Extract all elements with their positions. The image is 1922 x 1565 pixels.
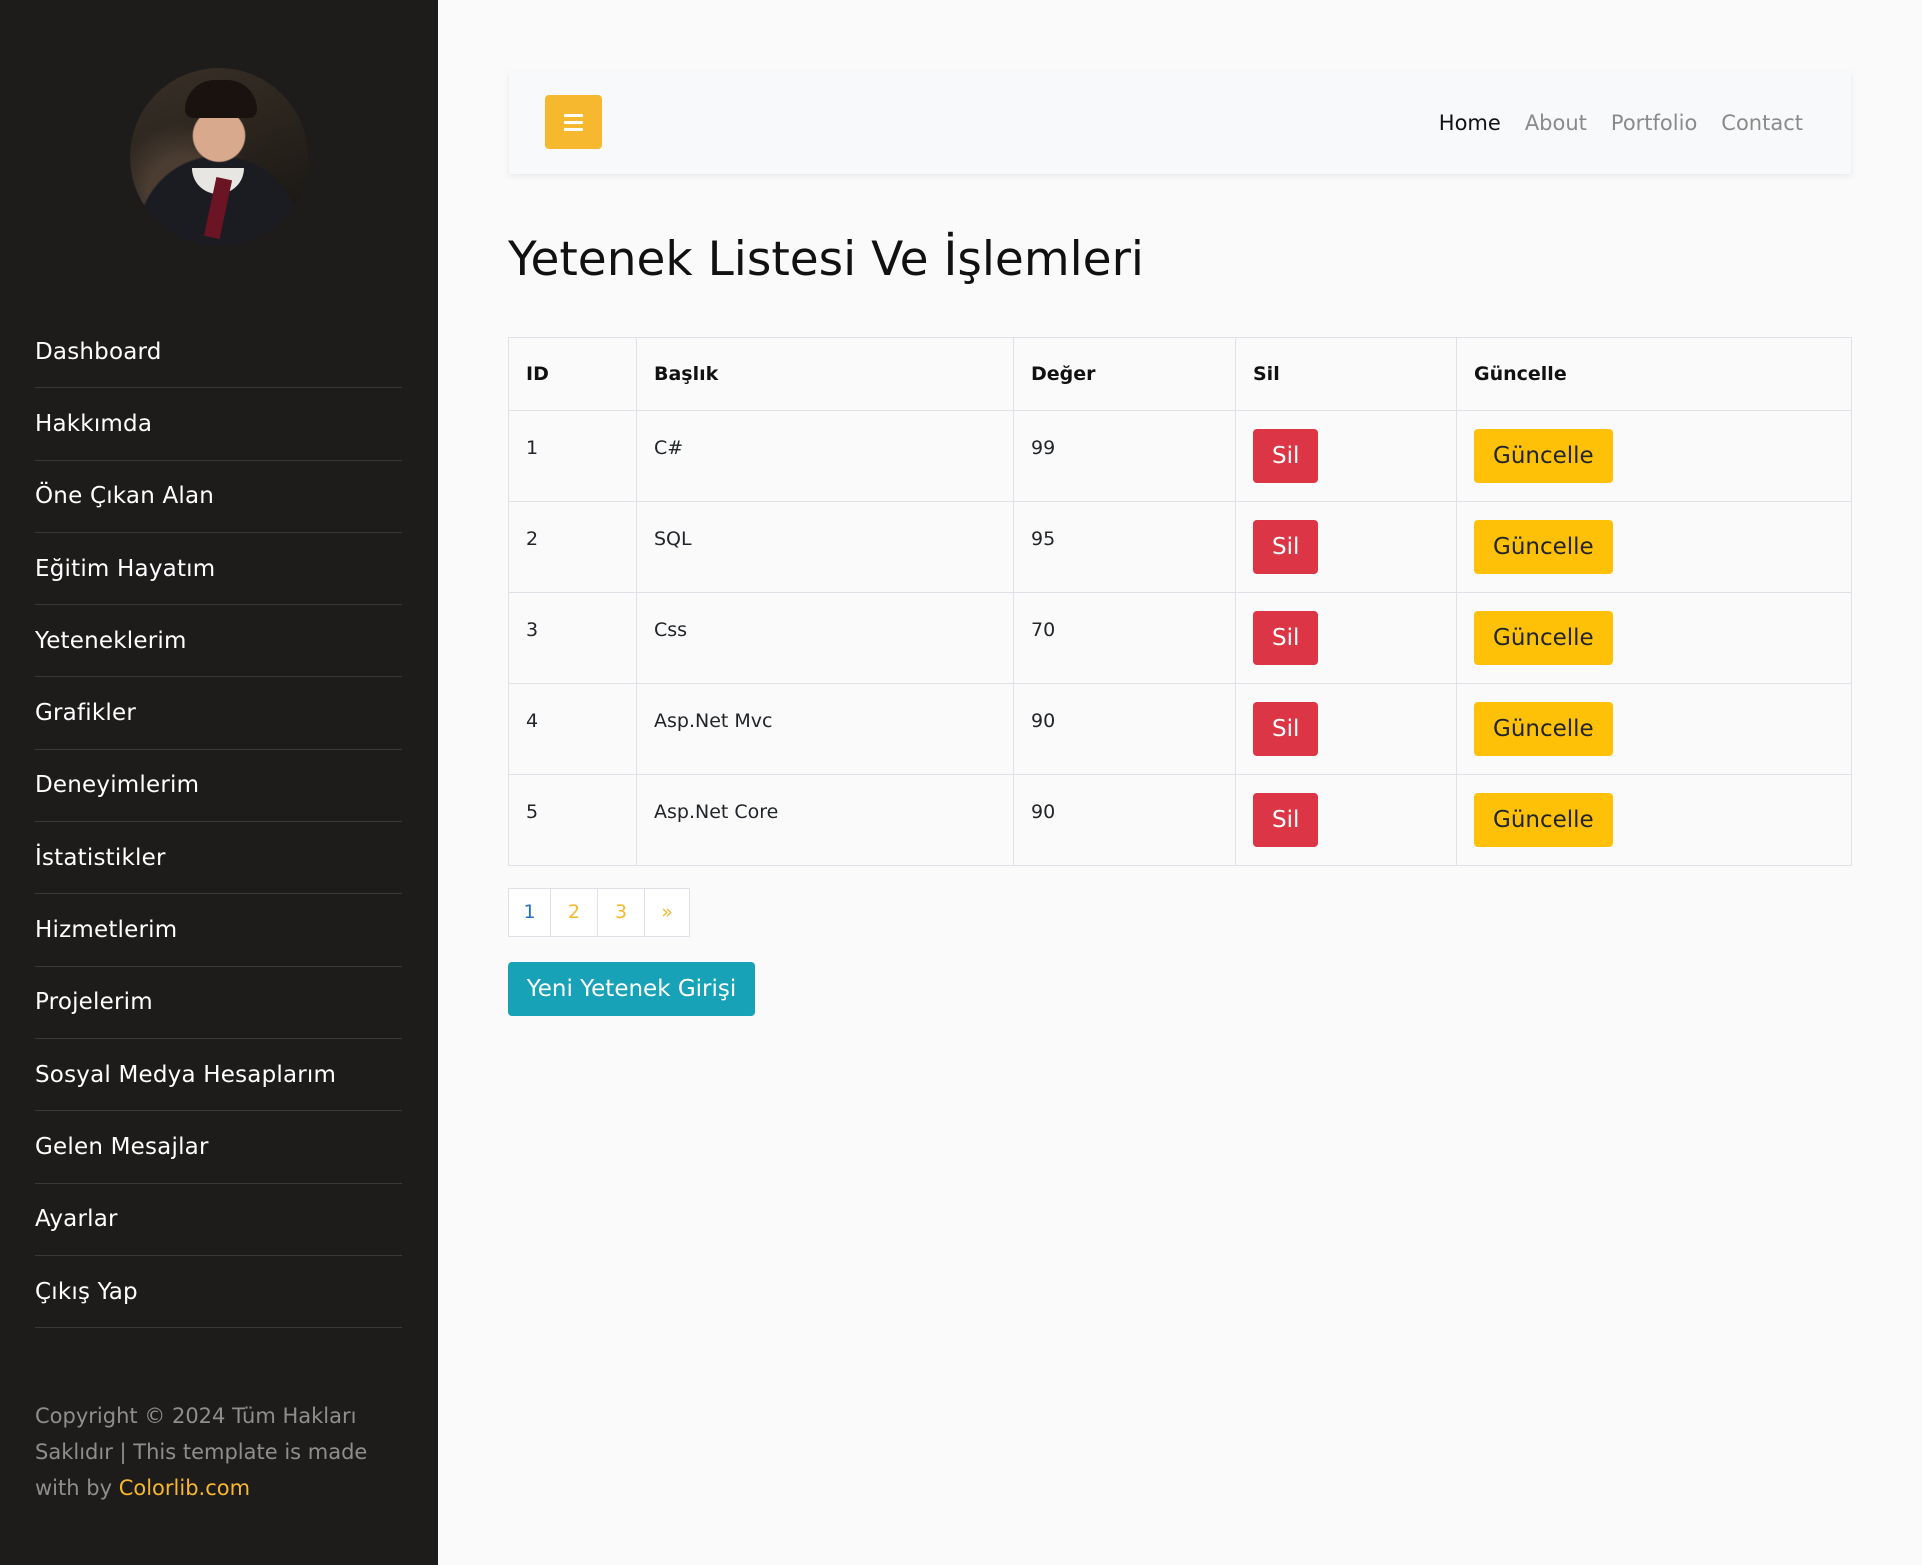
new-skill-button[interactable]: Yeni Yetenek Girişi xyxy=(508,962,755,1016)
page-link-1[interactable]: 1 xyxy=(508,888,551,937)
avatar xyxy=(130,68,308,246)
sidebar: Dashboard Hakkımda Öne Çıkan Alan Eğitim… xyxy=(0,0,438,1565)
sidebar-item-yeteneklerim[interactable]: Yeteneklerim xyxy=(35,605,402,678)
column-header-update: Güncelle xyxy=(1456,337,1852,411)
update-button[interactable]: Güncelle xyxy=(1474,702,1613,756)
cell-delete: Sil xyxy=(1235,683,1457,775)
delete-button[interactable]: Sil xyxy=(1253,702,1319,756)
cell-delete: Sil xyxy=(1235,774,1457,866)
top-navbar: Home About Portfolio Contact xyxy=(509,72,1851,174)
cell-delete: Sil xyxy=(1235,410,1457,502)
delete-button[interactable]: Sil xyxy=(1253,429,1319,483)
sidebar-item-label[interactable]: Sosyal Medya Hesaplarım xyxy=(35,1062,336,1088)
cell-id: 5 xyxy=(508,774,637,866)
update-button[interactable]: Güncelle xyxy=(1474,429,1613,483)
sidebar-item-one-cikan-alan[interactable]: Öne Çıkan Alan xyxy=(35,461,402,533)
cell-delete: Sil xyxy=(1235,592,1457,684)
sidebar-item-label[interactable]: Eğitim Hayatım xyxy=(35,556,215,582)
nav-links: Home About Portfolio Contact xyxy=(1439,72,1803,174)
avatar-hair xyxy=(185,80,257,118)
sidebar-item-label[interactable]: Grafikler xyxy=(35,700,136,726)
cell-value: 70 xyxy=(1013,592,1236,684)
sidebar-item-gelen-mesajlar[interactable]: Gelen Mesajlar xyxy=(35,1111,402,1184)
cell-update: Güncelle xyxy=(1456,410,1852,502)
sidebar-menu: Dashboard Hakkımda Öne Çıkan Alan Eğitim… xyxy=(35,316,402,1329)
copyright-by: by xyxy=(86,1476,113,1500)
cell-update: Güncelle xyxy=(1456,683,1852,775)
cell-value: 90 xyxy=(1013,774,1236,866)
sidebar-item-label[interactable]: Gelen Mesajlar xyxy=(35,1134,209,1160)
sidebar-item-label[interactable]: Deneyimlerim xyxy=(35,772,199,798)
column-header-value: Değer xyxy=(1013,337,1236,411)
sidebar-item-label[interactable]: Ayarlar xyxy=(35,1206,118,1232)
column-header-id: ID xyxy=(508,337,637,411)
cell-value: 99 xyxy=(1013,410,1236,502)
page-title: Yetenek Listesi Ve İşlemleri xyxy=(508,232,1144,287)
sidebar-item-hizmetlerim[interactable]: Hizmetlerim xyxy=(35,894,402,967)
hamburger-icon xyxy=(564,113,583,117)
sidebar-toggle-button[interactable] xyxy=(545,95,602,149)
table-header-row: ID Başlık Değer Sil Güncelle xyxy=(508,337,1852,411)
cell-update: Güncelle xyxy=(1456,774,1852,866)
sidebar-item-dashboard[interactable]: Dashboard xyxy=(35,316,402,389)
sidebar-item-label[interactable]: Çıkış Yap xyxy=(35,1279,138,1305)
cell-value: 90 xyxy=(1013,683,1236,775)
page-link-next[interactable]: » xyxy=(644,888,690,937)
sidebar-item-projelerim[interactable]: Projelerim xyxy=(35,967,402,1039)
column-header-title: Başlık xyxy=(636,337,1014,411)
sidebar-item-hakkimda[interactable]: Hakkımda xyxy=(35,388,402,461)
page-link-3[interactable]: 3 xyxy=(597,888,645,937)
sidebar-item-cikis-yap[interactable]: Çıkış Yap xyxy=(35,1256,402,1329)
skills-table: ID Başlık Değer Sil Güncelle 1 C# 99 Sil… xyxy=(508,337,1852,866)
cell-id: 3 xyxy=(508,592,637,684)
update-button[interactable]: Güncelle xyxy=(1474,611,1613,665)
table-row: 3 Css 70 Sil Güncelle xyxy=(508,592,1852,684)
nav-link-about[interactable]: About xyxy=(1525,111,1587,135)
sidebar-item-sosyal-medya[interactable]: Sosyal Medya Hesaplarım xyxy=(35,1039,402,1112)
cell-title: Asp.Net Mvc xyxy=(636,683,1014,775)
sidebar-item-label[interactable]: Dashboard xyxy=(35,339,162,365)
cell-id: 1 xyxy=(508,410,637,502)
sidebar-item-label[interactable]: Hizmetlerim xyxy=(35,917,177,943)
nav-link-contact[interactable]: Contact xyxy=(1721,111,1803,135)
sidebar-item-label[interactable]: İstatistikler xyxy=(35,845,166,871)
sidebar-item-istatistikler[interactable]: İstatistikler xyxy=(35,822,402,895)
sidebar-item-ayarlar[interactable]: Ayarlar xyxy=(35,1184,402,1256)
table-row: 4 Asp.Net Mvc 90 Sil Güncelle xyxy=(508,683,1852,775)
cell-delete: Sil xyxy=(1235,501,1457,593)
delete-button[interactable]: Sil xyxy=(1253,611,1319,665)
table-row: 5 Asp.Net Core 90 Sil Güncelle xyxy=(508,774,1852,866)
delete-button[interactable]: Sil xyxy=(1253,793,1319,847)
cell-id: 4 xyxy=(508,683,637,775)
nav-link-portfolio[interactable]: Portfolio xyxy=(1611,111,1697,135)
cell-update: Güncelle xyxy=(1456,592,1852,684)
colorlib-link[interactable]: Colorlib.com xyxy=(119,1476,250,1500)
hamburger-icon-bar xyxy=(564,120,583,124)
cell-id: 2 xyxy=(508,501,637,593)
update-button[interactable]: Güncelle xyxy=(1474,520,1613,574)
sidebar-item-egitim-hayatim[interactable]: Eğitim Hayatım xyxy=(35,533,402,606)
table-row: 1 C# 99 Sil Güncelle xyxy=(508,410,1852,502)
sidebar-item-deneyimlerim[interactable]: Deneyimlerim xyxy=(35,750,402,823)
update-button[interactable]: Güncelle xyxy=(1474,793,1613,847)
cell-value: 95 xyxy=(1013,501,1236,593)
copyright-text: Copyright © 2024 Tüm Hakları Saklıdır | … xyxy=(35,1398,415,1506)
sidebar-item-label[interactable]: Hakkımda xyxy=(35,411,152,437)
sidebar-item-label[interactable]: Öne Çıkan Alan xyxy=(35,483,214,509)
cell-title: C# xyxy=(636,410,1014,502)
cell-update: Güncelle xyxy=(1456,501,1852,593)
pagination: 1 2 3 » xyxy=(508,888,690,937)
cell-title: Asp.Net Core xyxy=(636,774,1014,866)
sidebar-item-label[interactable]: Yeteneklerim xyxy=(35,628,187,654)
nav-link-home[interactable]: Home xyxy=(1439,111,1501,135)
delete-button[interactable]: Sil xyxy=(1253,520,1319,574)
cell-title: Css xyxy=(636,592,1014,684)
sidebar-item-label[interactable]: Projelerim xyxy=(35,989,153,1015)
table-row: 2 SQL 95 Sil Güncelle xyxy=(508,501,1852,593)
column-header-delete: Sil xyxy=(1235,337,1457,411)
cell-title: SQL xyxy=(636,501,1014,593)
sidebar-item-grafikler[interactable]: Grafikler xyxy=(35,677,402,750)
hamburger-icon-bar xyxy=(564,127,583,131)
page-link-2[interactable]: 2 xyxy=(550,888,598,937)
